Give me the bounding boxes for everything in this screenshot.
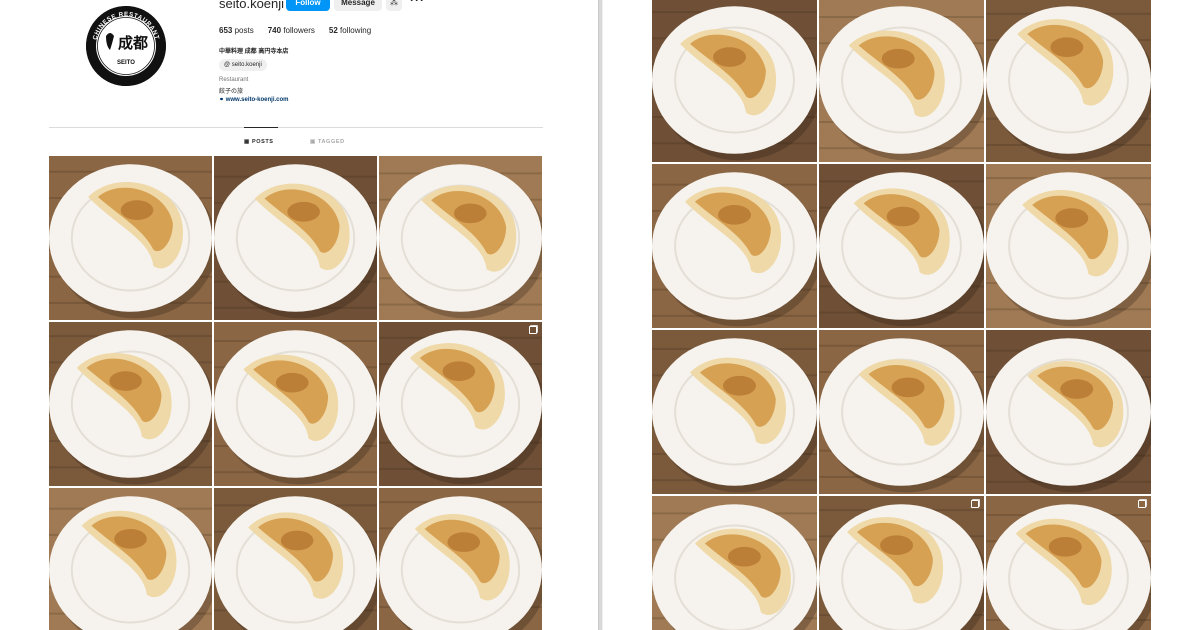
threads-handle: seito.koenji <box>231 62 262 68</box>
gyoza-photo <box>819 164 984 328</box>
post-tile[interactable] <box>49 488 212 630</box>
post-tile[interactable] <box>214 156 377 320</box>
post-tile[interactable] <box>49 322 212 486</box>
post-tile[interactable] <box>214 322 377 486</box>
carousel-icon <box>529 326 537 334</box>
add-person-button[interactable]: ⁂ <box>386 0 402 11</box>
gyoza-photo <box>379 488 542 630</box>
active-tab-indicator <box>244 127 278 128</box>
logo-kanji: 成都 <box>118 34 148 52</box>
post-tile[interactable] <box>986 0 1151 162</box>
post-tile[interactable] <box>819 0 984 162</box>
posts-label: posts <box>234 26 254 35</box>
tabs-divider <box>49 127 543 128</box>
follow-button[interactable]: Follow <box>286 0 330 11</box>
post-tile[interactable] <box>819 496 984 630</box>
threads-icon: @ <box>224 62 231 68</box>
post-tile[interactable] <box>986 496 1151 630</box>
gyoza-photo <box>379 322 542 486</box>
profile-category: Restaurant <box>219 77 249 83</box>
profile-full-name: 中華料理 成都 高円寺本店 <box>219 49 289 55</box>
tab-tagged-label: TAGGED <box>317 139 345 145</box>
gyoza-photo <box>379 156 542 320</box>
link-icon: ⚭ <box>219 97 225 103</box>
gyoza-photo <box>652 496 817 630</box>
post-tile[interactable] <box>819 330 984 494</box>
profile-avatar[interactable]: CHINESE RESTAURANT SINCE 1969 成都 SEITO <box>86 6 166 86</box>
profile-username: seito.koenji <box>219 0 285 11</box>
carousel-icon <box>971 500 979 508</box>
gyoza-photo <box>214 322 377 486</box>
post-tile[interactable] <box>49 156 212 320</box>
posts-stat[interactable]: 653 posts <box>219 26 254 35</box>
more-icon[interactable]: ··· <box>410 0 425 7</box>
gyoza-photo <box>652 330 817 494</box>
gyoza-photo <box>986 164 1151 328</box>
profile-stats: 653 posts 740 followers 52 following <box>219 26 371 35</box>
logo-name: SEITO <box>117 60 135 66</box>
profile-screenshot-left: CHINESE RESTAURANT SINCE 1969 成都 SEITO s… <box>0 0 598 630</box>
post-tile[interactable] <box>652 330 817 494</box>
post-tile[interactable] <box>652 164 817 328</box>
threads-badge[interactable]: @ seito.koenji <box>219 59 267 71</box>
add-person-icon: ⁂ <box>390 0 398 7</box>
gyoza-photo <box>986 330 1151 494</box>
gyoza-photo <box>214 156 377 320</box>
carousel-icon <box>1138 500 1146 508</box>
gyoza-photo <box>49 488 212 630</box>
gyoza-photo <box>214 488 377 630</box>
restaurant-logo: CHINESE RESTAURANT SINCE 1969 成都 SEITO <box>86 6 166 86</box>
post-tile[interactable] <box>986 330 1151 494</box>
website-text: www.seito-koenji.com <box>225 97 289 103</box>
gyoza-photo <box>819 330 984 494</box>
tab-tagged[interactable]: ▣ TAGGED <box>310 139 345 145</box>
post-tile[interactable] <box>379 156 542 320</box>
following-count: 52 <box>328 26 338 35</box>
following-label: following <box>340 26 372 35</box>
gyoza-photo <box>986 496 1151 630</box>
gyoza-photo <box>986 0 1151 162</box>
gyoza-photo <box>652 0 817 162</box>
post-tile[interactable] <box>652 496 817 630</box>
following-stat[interactable]: 52 following <box>329 26 371 35</box>
post-tile[interactable] <box>379 322 542 486</box>
gyoza-photo <box>819 0 984 162</box>
post-tile[interactable] <box>379 488 542 630</box>
gyoza-photo <box>49 156 212 320</box>
profile-website-link[interactable]: ⚭ www.seito-koenji.com <box>219 96 289 103</box>
grid-icon: ▦ <box>244 139 250 145</box>
followers-stat[interactable]: 740 followers <box>268 26 315 35</box>
gyoza-photo <box>652 164 817 328</box>
tagged-icon: ▣ <box>310 139 316 145</box>
tab-posts[interactable]: ▦ POSTS <box>244 139 274 145</box>
post-tile[interactable] <box>819 164 984 328</box>
gyoza-photo <box>49 322 212 486</box>
tab-posts-label: POSTS <box>251 139 274 145</box>
post-tile[interactable] <box>214 488 377 630</box>
post-tile[interactable] <box>652 0 817 162</box>
followers-label: followers <box>283 26 315 35</box>
gyoza-photo <box>819 496 984 630</box>
message-button[interactable]: Message <box>334 0 382 11</box>
post-tile[interactable] <box>986 164 1151 328</box>
profile-bio: 餃子の旅 <box>219 89 244 95</box>
posts-count: 653 <box>219 26 233 35</box>
followers-count: 740 <box>267 26 282 35</box>
profile-screenshot-right <box>603 0 1200 630</box>
